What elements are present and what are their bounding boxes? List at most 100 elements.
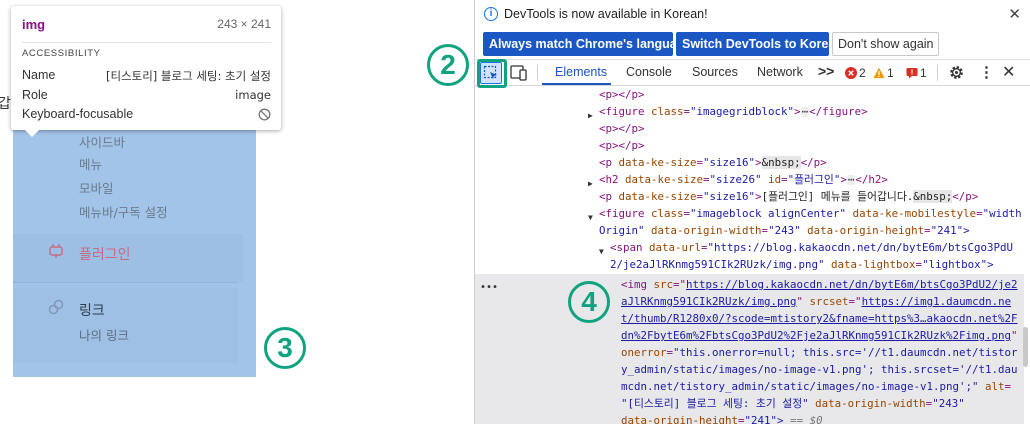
more-options-icon[interactable]: ⋮ <box>979 63 994 81</box>
dom-line-selected[interactable]: mcdn.net/tistory_admin/static/images/no-… <box>621 379 1011 396</box>
dom-line[interactable]: <p></p> <box>599 87 645 104</box>
expand-arrow-icon[interactable]: ▶ <box>588 108 593 125</box>
annotation-marker-4: 4 <box>568 281 610 323</box>
infobar-close-icon[interactable]: ✕ <box>1008 5 1021 23</box>
menu-item-menu[interactable]: 메뉴 <box>79 154 102 173</box>
dom-attr-value: "size16" <box>703 190 756 203</box>
device-toolbar-icon[interactable] <box>509 64 529 82</box>
dom-attr-value: "[티스토리] 블로그 세팅: 초기 설정" <box>621 397 809 410</box>
elements-dom-tree[interactable]: <p></p> ▶ <figure class="imagegridblock"… <box>475 87 1030 424</box>
dom-line-selected[interactable]: t/thumb/R1280x0/?scode=mtistory2&fname=h… <box>621 311 1018 328</box>
warning-count: 1 <box>887 66 894 80</box>
dom-attr-value: mcdn.net/tistory_admin/static/images/no-… <box>621 380 979 393</box>
dom-line[interactable]: <h2 data-ke-size="size26" id="플러그인">⋯</h… <box>599 172 888 189</box>
dom-attr-value: "243" <box>932 397 965 410</box>
tab-elements[interactable]: Elements <box>555 65 607 79</box>
plug-icon <box>49 244 63 258</box>
dom-attr-name: data-ke-size <box>625 173 704 186</box>
dom-attr-link[interactable]: dn%2FbytE6m%2FbtsCgo3PdU2%2Fje2aJlRKnmg5… <box>621 329 1011 342</box>
devtools-toolbar: Elements Console Sources Network >> 2 1 … <box>475 59 1030 88</box>
dom-line[interactable]: <figure class="imagegridblock">⋯</figure… <box>599 104 868 121</box>
tooltip-row-name: Name [티스토리] 블로그 세팅: 초기 설정 <box>22 68 271 84</box>
dom-attr-name: alt <box>985 380 1005 393</box>
dom-attr-value: "this.onerror=null; this.src='//t1.daumc… <box>673 346 1018 359</box>
menu-item-my-link[interactable]: 나의 링크 <box>79 325 129 344</box>
menu-item-sidebar[interactable]: 사이드바 <box>79 132 125 151</box>
dom-line[interactable]: <figure class="imageblock alignCenter" d… <box>599 206 1022 223</box>
dom-attr-link[interactable]: t/thumb/R1280x0/?scode=mtistory2&fname=h… <box>621 312 1018 325</box>
dom-attr-name: data-ke-mobilestyle <box>852 207 977 220</box>
dom-line-selected[interactable]: y_admin/static/images/no-image-v1.png'; … <box>621 362 1018 379</box>
collapsed-ellipsis-icon[interactable]: ⋯ <box>800 106 810 117</box>
dom-line-selected[interactable]: aJlRKnmg591CIk2RUzk/img.png" srcset="htt… <box>621 294 1011 311</box>
menu-plugin-label: 플러그인 <box>79 247 131 263</box>
warning-count-badge[interactable]: 1 <box>873 66 894 80</box>
menu-item-menubar-subscribe[interactable]: 메뉴바/구독 설정 <box>79 202 168 221</box>
collapse-arrow-icon[interactable]: ▼ <box>588 210 593 227</box>
toolbar-separator <box>937 65 938 81</box>
tab-sources[interactable]: Sources <box>692 65 738 79</box>
dom-line-selected[interactable]: <img src="https://blog.kakaocdn.net/dn/b… <box>621 277 1018 294</box>
dom-line[interactable]: Origin" data-origin-width="243" data-ori… <box>599 223 970 240</box>
tooltip-value-role: image <box>235 88 271 102</box>
more-tabs-chevron-icon[interactable]: >> <box>818 63 834 79</box>
dom-line[interactable]: <p data-ke-size="size16">[플러그인] 메뉴를 들어갑니… <box>599 189 978 206</box>
collapse-arrow-icon[interactable]: ▼ <box>599 244 604 261</box>
issue-count-badge[interactable]: 1 <box>906 66 927 80</box>
dom-entity: &nbsp; <box>913 190 953 203</box>
dom-attr-value: "size26" <box>709 173 762 186</box>
tooltip-divider <box>22 42 271 43</box>
not-allowed-icon <box>258 108 271 121</box>
dom-tree-scrollbar[interactable] <box>1023 327 1028 367</box>
dom-attr-value: Origin" <box>599 224 645 237</box>
dom-attr-name: class <box>651 105 684 118</box>
close-devtools-icon[interactable]: ✕ <box>1002 62 1015 82</box>
dom-tag-p: <p></p> <box>599 122 645 135</box>
dom-line[interactable]: <p></p> <box>599 138 645 155</box>
switch-to-korean-button[interactable]: Switch DevTools to Korean <box>676 32 843 56</box>
menu-item-mobile[interactable]: 모바일 <box>79 178 114 197</box>
tooltip-row-keyboard-focusable: Keyboard-focusable <box>22 107 271 123</box>
gear-icon[interactable] <box>948 64 965 81</box>
tooltip-section-title: ACCESSIBILITY <box>22 48 101 59</box>
infobar-message: DevTools is now available in Korean! <box>504 7 708 21</box>
dom-line[interactable]: <span data-url="https://blog.kakaocdn.ne… <box>610 240 1013 257</box>
match-chrome-language-button[interactable]: Always match Chrome's language <box>483 32 691 56</box>
tooltip-key-role: Role <box>22 88 48 102</box>
error-count-badge[interactable]: 2 <box>845 66 866 80</box>
menu-section-plugin[interactable]: 플러그인 <box>13 234 243 282</box>
inspect-tooltip: img 243 × 241 ACCESSIBILITY Name [티스토리] … <box>11 6 281 137</box>
dom-attr-name: data-url <box>649 241 702 254</box>
tab-console[interactable]: Console <box>626 65 672 79</box>
dom-attr-name: data-origin-height <box>807 224 925 237</box>
annotation-marker-2: 2 <box>427 44 469 86</box>
dom-line[interactable]: <p data-ke-size="size16">&nbsp;</p> <box>599 155 827 172</box>
warning-icon <box>873 67 885 78</box>
inspected-image-highlight[interactable]: 사이드바 메뉴 모바일 메뉴바/구독 설정 플러그인 링크 나의 링크 <box>13 118 256 377</box>
dom-line-selected[interactable]: onerror="this.onerror=null; this.src='//… <box>621 345 1018 362</box>
dom-attr-link[interactable]: https://blog.kakaocdn.net/dn/bytE6m/btsC… <box>686 278 1018 291</box>
expand-arrow-icon[interactable]: ▶ <box>588 176 593 193</box>
dom-line-selected[interactable]: dn%2FbytE6m%2FbtsCgo3PdU2%2Fje2aJlRKnmg5… <box>621 328 1018 345</box>
tooltip-row-role: Role image <box>22 88 271 104</box>
dont-show-again-button[interactable]: Don't show again <box>832 32 939 56</box>
dom-line[interactable]: <p></p> <box>599 121 645 138</box>
menu-link-label: 링크 <box>79 303 105 319</box>
dom-line[interactable]: 2/je2aJlRKnmg591CIk2RUzk/img.png" data-l… <box>610 257 994 274</box>
dom-line-selected[interactable]: data-origin-height="241"> == $0 <box>621 413 823 424</box>
dom-attr-value: "243" <box>768 224 801 237</box>
dom-attr-value: 2/je2aJlRKnmg591CIk2RUzk/img.png" <box>610 258 825 271</box>
web-page-area: 갑 사이드바 메뉴 모바일 메뉴바/구독 설정 플러그인 링크 나의 링크 im… <box>0 0 474 424</box>
annotation-marker-3: 3 <box>264 327 306 369</box>
dom-attr-name: data-lightbox <box>831 258 916 271</box>
dom-attr-name: srcset <box>809 295 849 308</box>
tab-network[interactable]: Network <box>757 65 803 79</box>
menu-section-link[interactable]: 링크 나의 링크 <box>13 288 238 363</box>
tooltip-key-keyboard-focusable: Keyboard-focusable <box>22 107 134 121</box>
issue-icon <box>906 68 918 79</box>
dom-line-selected[interactable]: "[티스토리] 블로그 세팅: 초기 설정" data-origin-width… <box>621 396 965 413</box>
node-actions-ellipsis-icon[interactable]: ••• <box>480 280 498 297</box>
info-icon: i <box>484 7 498 21</box>
dom-attr-link[interactable]: https://img1.daumcdn.ne <box>862 295 1012 308</box>
dom-attr-link[interactable]: aJlRKnmg591CIk2RUzk/img.png <box>621 295 797 308</box>
